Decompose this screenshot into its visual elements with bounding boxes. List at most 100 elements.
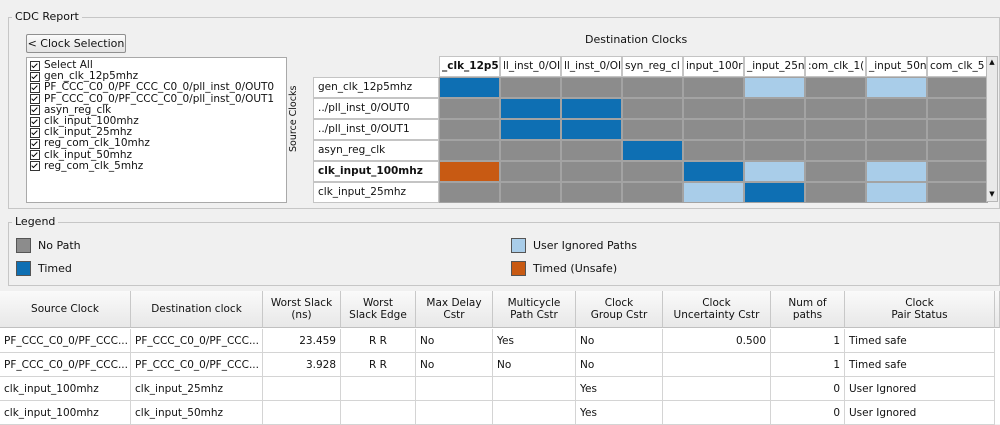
matrix-cell[interactable] — [805, 119, 866, 140]
table-header[interactable]: Worst Slack Edge — [341, 291, 416, 328]
matrix-column-header[interactable]: com_clk_5 — [927, 56, 988, 77]
matrix-cell[interactable] — [866, 98, 927, 119]
matrix-cell[interactable] — [683, 98, 744, 119]
matrix-column-header[interactable]: :om_clk_1( — [805, 56, 866, 77]
matrix-cell[interactable] — [805, 140, 866, 161]
checkbox[interactable] — [30, 127, 40, 138]
matrix-cell[interactable] — [744, 140, 805, 161]
matrix-cell[interactable] — [927, 182, 988, 203]
matrix-cell[interactable] — [683, 161, 744, 182]
matrix-cell[interactable] — [500, 140, 561, 161]
checkbox[interactable] — [30, 94, 40, 105]
matrix-cell[interactable] — [744, 77, 805, 98]
matrix-cell[interactable] — [622, 182, 683, 203]
matrix-cell[interactable] — [927, 98, 988, 119]
matrix-cell[interactable] — [439, 182, 500, 203]
table-header[interactable]: Max Delay Cstr — [416, 291, 493, 328]
matrix-cell[interactable] — [500, 119, 561, 140]
matrix-cell[interactable] — [500, 182, 561, 203]
matrix-row-header[interactable]: ../pll_inst_0/OUT1 — [313, 119, 439, 140]
table-header[interactable]: Worst Slack (ns) — [263, 291, 341, 328]
checkbox[interactable] — [30, 116, 40, 127]
clock-checkbox-list[interactable]: Select All gen_clk_12p5mhz PF_CCC_C0_0/PF_… — [26, 57, 287, 203]
matrix-cell[interactable] — [561, 119, 622, 140]
matrix-column-header[interactable]: syn_reg_cl — [622, 56, 683, 77]
checkbox[interactable] — [30, 60, 40, 71]
checkbox[interactable] — [30, 161, 40, 172]
table-header[interactable]: Num of paths — [771, 291, 845, 328]
scroll-up-icon[interactable]: ▲ — [988, 58, 996, 67]
matrix-cell[interactable] — [683, 77, 744, 98]
matrix-column-header[interactable]: _input_50n — [866, 56, 927, 77]
table-cell — [663, 377, 771, 401]
matrix-column-header[interactable]: _clk_12p5 — [439, 56, 500, 77]
matrix-cell[interactable] — [439, 119, 500, 140]
matrix-row-header[interactable]: asyn_reg_clk — [313, 140, 439, 161]
matrix-cell[interactable] — [805, 77, 866, 98]
matrix-cell[interactable] — [561, 161, 622, 182]
matrix-cell[interactable] — [866, 182, 927, 203]
matrix-cell[interactable] — [622, 77, 683, 98]
matrix-cell[interactable] — [683, 119, 744, 140]
matrix-row-header[interactable]: ../pll_inst_0/OUT0 — [313, 98, 439, 119]
checkbox[interactable] — [30, 105, 40, 116]
matrix-cell[interactable] — [866, 77, 927, 98]
matrix-cell[interactable] — [927, 161, 988, 182]
clock-list-item[interactable]: PF_CCC_C0_0/PF_CCC_C0_0/pll_inst_0/OUT0 — [30, 82, 286, 93]
matrix-cell[interactable] — [500, 98, 561, 119]
table-header[interactable]: Clock Group Cstr — [576, 291, 663, 328]
matrix-cell[interactable] — [622, 140, 683, 161]
table-header[interactable]: Clock Uncertainty Cstr — [663, 291, 771, 328]
matrix-scrollbar[interactable]: ▲ ▼ — [986, 56, 998, 202]
matrix-cell[interactable] — [744, 98, 805, 119]
table-header[interactable]: Clock Pair Status — [845, 291, 995, 328]
matrix-cell[interactable] — [744, 161, 805, 182]
table-header[interactable]: Source Clock — [0, 291, 131, 328]
matrix-cell[interactable] — [805, 161, 866, 182]
matrix-cell[interactable] — [866, 119, 927, 140]
matrix-cell[interactable] — [622, 161, 683, 182]
matrix-cell[interactable] — [683, 182, 744, 203]
matrix-cell[interactable] — [561, 98, 622, 119]
matrix-cell[interactable] — [927, 77, 988, 98]
matrix-cell[interactable] — [683, 140, 744, 161]
matrix-cell[interactable] — [561, 140, 622, 161]
matrix-cell[interactable] — [500, 77, 561, 98]
clock-selection-back-button[interactable]: < Clock Selection — [26, 34, 126, 53]
matrix-cell[interactable] — [744, 182, 805, 203]
matrix-cell[interactable] — [561, 77, 622, 98]
table-header[interactable]: Destination clock — [131, 291, 263, 328]
matrix-cell[interactable] — [805, 98, 866, 119]
table-scroll-up-icon[interactable] — [995, 291, 1000, 328]
matrix-cell[interactable] — [439, 77, 500, 98]
matrix-cell[interactable] — [439, 98, 500, 119]
matrix-cell[interactable] — [744, 119, 805, 140]
matrix-cell[interactable] — [439, 140, 500, 161]
table-header[interactable]: Multicycle Path Cstr — [493, 291, 576, 328]
checkbox[interactable] — [30, 138, 40, 149]
matrix-column-header[interactable]: ll_inst_0/OI — [561, 56, 622, 77]
clock-list-item[interactable]: reg_com_clk_10mhz — [30, 138, 286, 149]
clock-list-item[interactable]: reg_com_clk_5mhz — [30, 160, 286, 172]
scroll-down-icon[interactable]: ▼ — [988, 190, 996, 199]
matrix-cell[interactable] — [561, 182, 622, 203]
matrix-cell[interactable] — [439, 161, 500, 182]
matrix-column-header[interactable]: input_100r — [683, 56, 744, 77]
matrix-row-header[interactable]: clk_input_25mhz — [313, 182, 439, 203]
matrix-cell[interactable] — [622, 119, 683, 140]
matrix-column-header[interactable]: _input_25n — [744, 56, 805, 77]
matrix-cell[interactable] — [866, 161, 927, 182]
matrix-cell[interactable] — [927, 140, 988, 161]
matrix-row-header[interactable]: clk_input_100mhz — [313, 161, 439, 182]
matrix-cell[interactable] — [622, 98, 683, 119]
clock-list-item[interactable]: clk_input_50mhz — [30, 149, 286, 161]
matrix-row-header[interactable]: gen_clk_12p5mhz — [313, 77, 439, 98]
checkbox[interactable] — [30, 82, 40, 93]
matrix-cell[interactable] — [927, 119, 988, 140]
checkbox[interactable] — [30, 150, 40, 161]
matrix-cell[interactable] — [805, 182, 866, 203]
matrix-cell[interactable] — [866, 140, 927, 161]
checkbox[interactable] — [30, 71, 40, 82]
matrix-column-header[interactable]: ll_inst_0/OI — [500, 56, 561, 77]
matrix-cell[interactable] — [500, 161, 561, 182]
